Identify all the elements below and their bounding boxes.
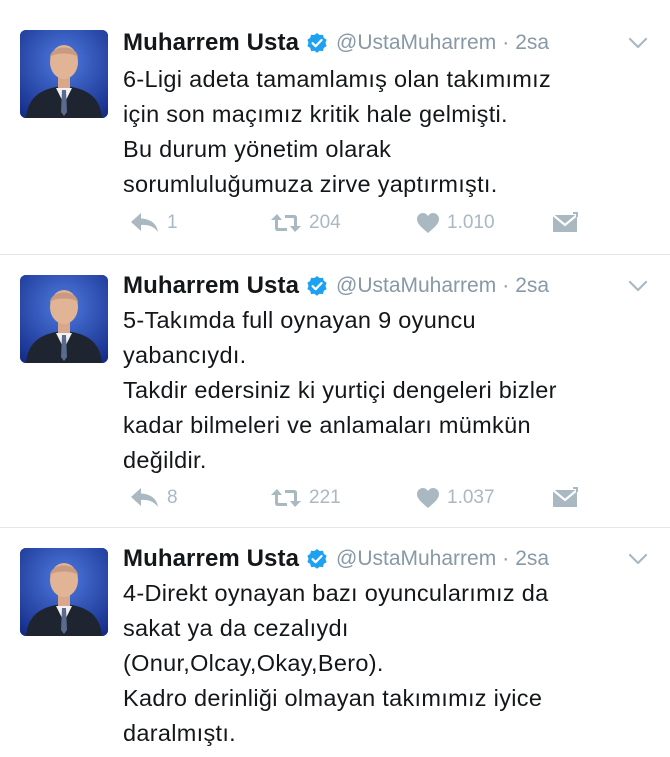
tweet-text-line: daralmıştı. xyxy=(123,720,236,746)
like-count: 1.037 xyxy=(447,487,495,508)
chevron-down-icon[interactable] xyxy=(628,36,648,50)
reply-icon xyxy=(130,487,160,509)
avatar[interactable] xyxy=(20,30,108,118)
verified-badge-icon xyxy=(306,548,328,570)
tweet-text: 5-Takımda full oynayan 9 oyuncu yabancıy… xyxy=(123,303,658,478)
separator-dot: · xyxy=(502,31,510,54)
avatar[interactable] xyxy=(20,548,108,636)
tweet-text-line: için son maçımız kritik hale gelmişti. xyxy=(123,101,508,127)
author-handle[interactable]: @UstaMuharrem xyxy=(336,274,496,298)
timestamp[interactable]: 2sa xyxy=(515,547,549,571)
tweet[interactable]: Muharrem Usta @UstaMuharrem · 2sa 6-Ligi… xyxy=(0,0,670,255)
tweet-text-line: kadar bilmeleri ve anlamaları mümkün xyxy=(123,412,531,438)
retweet-button[interactable]: 221 xyxy=(263,485,341,511)
tweet-text-line: sorumluluğumuza zirve yaptırmıştı. xyxy=(123,171,498,197)
reply-count: 1 xyxy=(167,212,178,233)
retweet-count: 221 xyxy=(309,487,341,508)
author-name[interactable]: Muharrem Usta xyxy=(123,272,299,300)
tweet-text: 6-Ligi adeta tamamlamış olan takımımız i… xyxy=(123,62,658,202)
envelope-icon xyxy=(552,487,578,509)
author-handle[interactable]: @UstaMuharrem xyxy=(336,547,496,571)
envelope-icon xyxy=(552,212,578,234)
chevron-down-icon[interactable] xyxy=(628,552,648,566)
tweet-text-line: sakat ya da cezalıydı xyxy=(123,615,349,641)
tweet[interactable]: Muharrem Usta @UstaMuharrem · 2sa 5-Takı… xyxy=(0,255,670,528)
tweet-feed: Muharrem Usta @UstaMuharrem · 2sa 6-Ligi… xyxy=(0,0,670,757)
tweet-text-line: 5-Takımda full oynayan 9 oyuncu xyxy=(123,307,476,333)
tweet-text-line: değildir. xyxy=(123,447,207,473)
tweet-text-line: (Onur,Olcay,Okay,Bero). xyxy=(123,650,384,676)
chevron-down-icon[interactable] xyxy=(628,279,648,293)
tweet-actions: 1 204 1.010 xyxy=(123,210,583,236)
retweet-icon xyxy=(270,212,302,234)
author-handle[interactable]: @UstaMuharrem xyxy=(336,31,496,55)
separator-dot: · xyxy=(502,547,510,570)
tweet-actions: 8 221 1.037 xyxy=(123,485,583,511)
direct-message-button[interactable] xyxy=(545,210,578,236)
avatar[interactable] xyxy=(20,275,108,363)
retweet-icon xyxy=(270,487,302,509)
tweet-text-line: yabancıydı. xyxy=(123,342,247,368)
tweet-text-line: 4-Direkt oynayan bazı oyuncularımız da xyxy=(123,580,549,606)
tweet-text-line: 6-Ligi adeta tamamlamış olan takımımız xyxy=(123,66,552,92)
heart-icon xyxy=(416,212,440,234)
author-name[interactable]: Muharrem Usta xyxy=(123,545,299,573)
tweet-text: 4-Direkt oynayan bazı oyuncularımız da s… xyxy=(123,576,658,751)
reply-button[interactable]: 8 xyxy=(123,485,178,511)
author-name[interactable]: Muharrem Usta xyxy=(123,29,299,57)
like-count: 1.010 xyxy=(447,212,495,233)
retweet-button[interactable]: 204 xyxy=(263,210,341,236)
tweet-header: Muharrem Usta @UstaMuharrem · 2sa xyxy=(123,28,549,58)
tweet-header: Muharrem Usta @UstaMuharrem · 2sa xyxy=(123,544,549,574)
like-button[interactable]: 1.010 xyxy=(409,210,495,236)
like-button[interactable]: 1.037 xyxy=(409,485,495,511)
timestamp[interactable]: 2sa xyxy=(515,31,549,55)
verified-badge-icon xyxy=(306,275,328,297)
tweet-text-line: Bu durum yönetim olarak xyxy=(123,136,392,162)
verified-badge-icon xyxy=(306,32,328,54)
direct-message-button[interactable] xyxy=(545,485,578,511)
reply-count: 8 xyxy=(167,487,178,508)
timestamp[interactable]: 2sa xyxy=(515,274,549,298)
tweet-text-line: Takdir edersiniz ki yurtiçi dengeleri bi… xyxy=(123,377,557,403)
reply-icon xyxy=(130,212,160,234)
heart-icon xyxy=(416,487,440,509)
reply-button[interactable]: 1 xyxy=(123,210,178,236)
tweet-text-line: Kadro derinliği olmayan takımımız iyice xyxy=(123,685,543,711)
tweet-header: Muharrem Usta @UstaMuharrem · 2sa xyxy=(123,271,549,301)
retweet-count: 204 xyxy=(309,212,341,233)
tweet[interactable]: Muharrem Usta @UstaMuharrem · 2sa 4-Dire… xyxy=(0,528,670,757)
separator-dot: · xyxy=(502,274,510,297)
